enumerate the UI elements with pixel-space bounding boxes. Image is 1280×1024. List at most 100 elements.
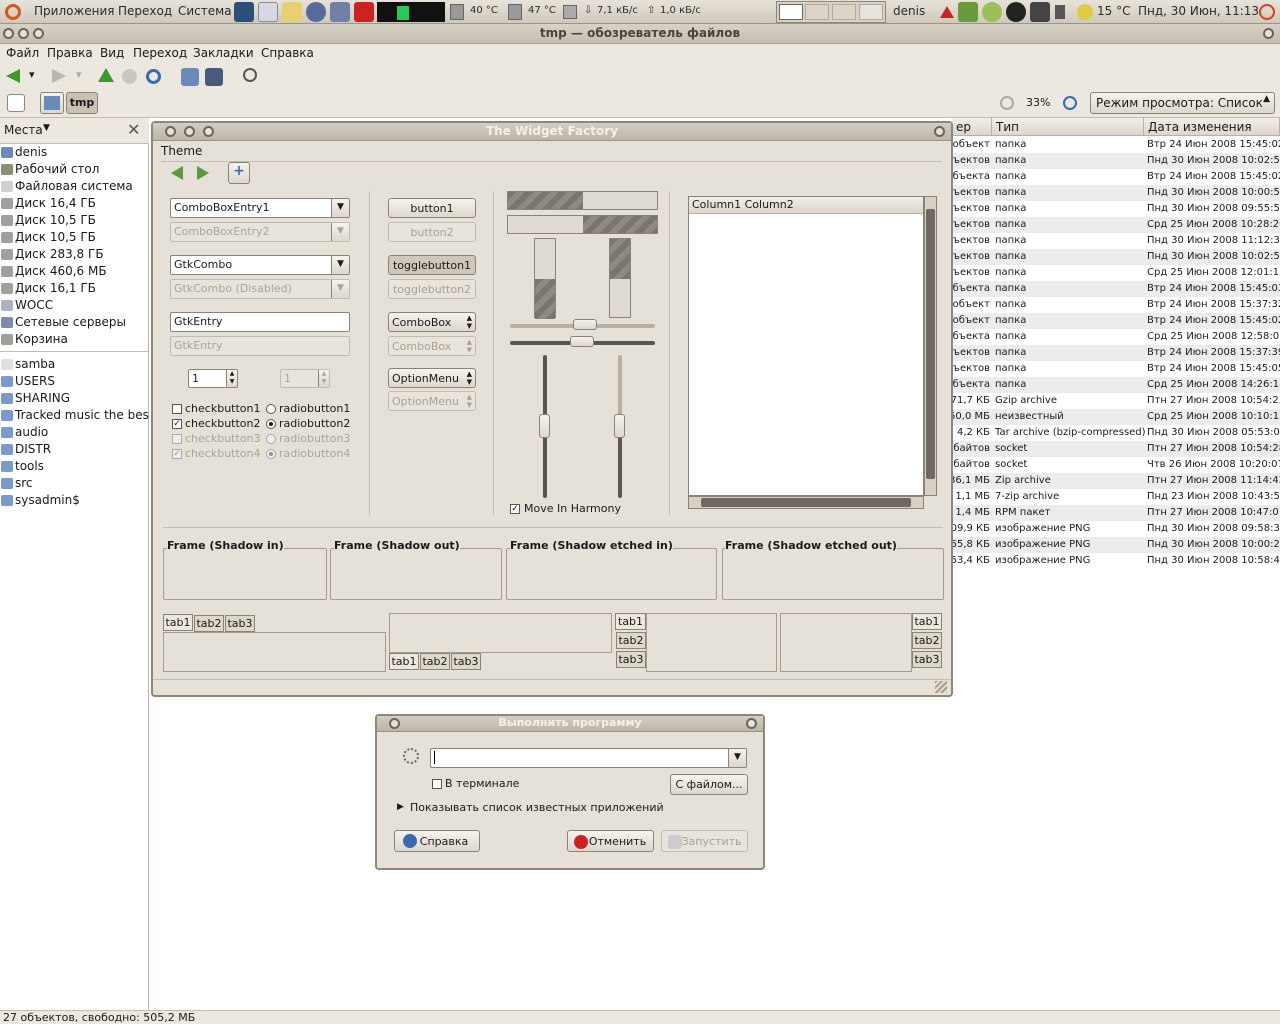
- mail-launcher-icon[interactable]: [258, 2, 278, 22]
- radiobutton-1[interactable]: [266, 404, 276, 414]
- roll-window-icon[interactable]: [934, 126, 945, 137]
- run-with-file-button[interactable]: С файлом...: [670, 774, 748, 795]
- help-button[interactable]: Справка: [394, 830, 480, 852]
- menu-view[interactable]: Вид: [100, 46, 124, 60]
- roll-window-icon[interactable]: [1263, 28, 1274, 39]
- radiobutton-2[interactable]: [266, 419, 276, 429]
- column-date[interactable]: Дата изменения: [1144, 118, 1280, 136]
- tray-app-icon[interactable]: [1030, 2, 1050, 22]
- notebook-left-tab3[interactable]: tab3: [616, 651, 646, 668]
- computer-icon[interactable]: [205, 68, 223, 86]
- table-row[interactable]: 09,9 КБ изображение PNG Пнд 30 Июн 2008 09…: [951, 521, 1280, 537]
- path-parent-button[interactable]: [40, 92, 64, 114]
- stop-icon[interactable]: [122, 69, 137, 84]
- table-row[interactable]: ъектов папка Втр 24 Июн 2008 15:45:05: [952, 361, 1280, 377]
- menu-theme[interactable]: Theme: [161, 144, 202, 158]
- close-sidebar-icon[interactable]: ✕: [127, 120, 140, 139]
- table-row[interactable]: ъектов папка Пнд 30 Июн 2008 09:55:55: [952, 201, 1280, 217]
- shutdown-icon[interactable]: [1259, 4, 1275, 20]
- ubuntu-logo-icon[interactable]: [5, 4, 21, 20]
- alert-icon[interactable]: [940, 6, 954, 18]
- table-row[interactable]: ъектов папка Пнд 30 Июн 2008 11:12:31: [952, 233, 1280, 249]
- checkbutton-2[interactable]: ✓: [172, 419, 182, 429]
- sidebar-place[interactable]: Рабочий стол: [0, 161, 149, 178]
- sidebar-place[interactable]: Файловая система: [0, 178, 149, 195]
- table-row[interactable]: байтов socket Птн 27 Июн 2008 10:54:28: [952, 441, 1280, 457]
- sidebar-bookmark[interactable]: sysadmin$: [0, 492, 149, 509]
- roll-window-icon[interactable]: [746, 718, 757, 729]
- table-row[interactable]: 36,1 МБ Zip archive Птн 27 Июн 2008 11:14:…: [949, 473, 1280, 489]
- resize-grip-icon[interactable]: [935, 681, 947, 693]
- run-in-terminal-checkbox[interactable]: [432, 779, 442, 789]
- go-first-icon[interactable]: [171, 166, 183, 180]
- up-arrow-icon[interactable]: [98, 68, 114, 82]
- column-size[interactable]: ер: [952, 118, 992, 136]
- home-icon[interactable]: [181, 68, 199, 86]
- spin-arrows-icon[interactable]: ▲ ▼: [226, 370, 237, 387]
- chevron-down-icon[interactable]: ▼: [728, 749, 746, 767]
- reload-icon[interactable]: [146, 69, 161, 84]
- notebook-right-tab3[interactable]: tab3: [912, 651, 942, 668]
- sidebar-bookmark[interactable]: USERS: [0, 373, 149, 390]
- column-type[interactable]: Тип: [992, 118, 1144, 136]
- tree-view[interactable]: Column1 Column2: [688, 196, 924, 496]
- sidebar-place[interactable]: denis: [0, 144, 149, 161]
- notebook-bottom-tab1[interactable]: tab1: [389, 653, 419, 670]
- menu-edit[interactable]: Правка: [47, 46, 93, 60]
- table-row[interactable]: бъекта папка Втр 24 Июн 2008 15:45:03: [952, 281, 1280, 297]
- spin-button-1[interactable]: 1 ▲ ▼: [188, 369, 238, 388]
- tree-view-header[interactable]: Column1 Column2: [689, 197, 923, 214]
- table-row[interactable]: ъектов папка Срд 25 Июн 2008 12:01:12: [952, 265, 1280, 281]
- applications-menu[interactable]: Приложения: [34, 4, 115, 18]
- table-row[interactable]: бъекта папка Срд 25 Июн 2008 14:26:18: [952, 377, 1280, 393]
- clock[interactable]: Пнд, 30 Июн, 11:13: [1138, 4, 1259, 18]
- vscale-1-handle[interactable]: [539, 414, 550, 438]
- sidebar-bookmark[interactable]: audio: [0, 424, 149, 441]
- forward-arrow-icon[interactable]: [52, 69, 66, 83]
- notebook-top-tab1[interactable]: tab1: [163, 614, 193, 631]
- expander-arrow-icon[interactable]: ▶: [397, 802, 404, 812]
- table-row[interactable]: 1,1 МБ 7-zip archive Пнд 23 Июн 2008 10:43…: [952, 489, 1280, 505]
- option-menu[interactable]: OptionMenu ▲ ▼: [388, 368, 476, 388]
- sidebar-place[interactable]: Сетевые серверы: [0, 314, 149, 331]
- notebook-bottom-tab2[interactable]: tab2: [420, 653, 450, 670]
- table-row[interactable]: 4,2 КБ Tar archive (bzip-compressed) Пнд 3…: [952, 425, 1280, 441]
- path-button-tmp[interactable]: tmp: [66, 92, 98, 114]
- notebook-bottom-tab3[interactable]: tab3: [451, 653, 481, 670]
- add-button[interactable]: +: [228, 162, 250, 184]
- combobox[interactable]: ComboBox ▲ ▼: [388, 312, 476, 332]
- sidebar-place[interactable]: Диск 16,4 ГБ: [0, 195, 149, 212]
- hscale-2-handle[interactable]: [570, 336, 594, 347]
- system-menu[interactable]: Система: [178, 4, 232, 18]
- back-history-chevron-icon[interactable]: ▾: [29, 68, 35, 81]
- button-1[interactable]: button1: [388, 198, 476, 218]
- notebook-left-tab1[interactable]: tab1: [615, 613, 646, 630]
- table-row[interactable]: 55,8 КБ изображение PNG Пнд 30 Июн 2008 10…: [951, 537, 1280, 553]
- notebook-top-tab3[interactable]: tab3: [225, 615, 255, 632]
- gtk-combo[interactable]: GtkCombo ▼: [170, 255, 350, 275]
- table-row[interactable]: 71,7 КБ Gzip archive Птн 27 Июн 2008 10:54…: [951, 393, 1280, 409]
- table-row[interactable]: 1,4 МБ RPM пакет Птн 27 Июн 2008 10:47:01: [952, 505, 1280, 521]
- audio-player-icon[interactable]: [1006, 2, 1026, 22]
- show-known-apps-expander[interactable]: Показывать список известных приложений: [410, 801, 664, 814]
- network-launcher-icon[interactable]: [330, 2, 350, 22]
- move-in-harmony-checkbox[interactable]: ✓: [510, 504, 520, 514]
- table-row[interactable]: байтов socket Чтв 26 Июн 2008 10:20:07: [952, 457, 1280, 473]
- sidebar-place[interactable]: Диск 10,5 ГБ: [0, 212, 149, 229]
- forward-history-chevron-icon[interactable]: ▾: [76, 68, 82, 81]
- table-row[interactable]: объект папка Втр 24 Июн 2008 15:45:02: [952, 313, 1280, 329]
- volume-icon[interactable]: [1055, 5, 1065, 19]
- sidebar-bookmark[interactable]: src: [0, 475, 149, 492]
- table-row[interactable]: ъектов папка Пнд 30 Июн 2008 10:02:59: [952, 249, 1280, 265]
- sidebar-place[interactable]: Диск 460,6 МБ: [0, 263, 149, 280]
- zoom-in-icon[interactable]: [1063, 96, 1077, 110]
- back-arrow-icon[interactable]: [6, 69, 20, 83]
- places-menu[interactable]: Переход: [118, 4, 172, 18]
- menu-file[interactable]: Файл: [6, 46, 39, 60]
- checkbutton-1[interactable]: [172, 404, 182, 414]
- view-mode-select[interactable]: Режим просмотра: Список ▲: [1090, 92, 1275, 114]
- menu-go[interactable]: Переход: [133, 46, 187, 60]
- table-row[interactable]: бъекта папка Срд 25 Июн 2008 12:58:01: [952, 329, 1280, 345]
- sidebar-place[interactable]: Диск 10,5 ГБ: [0, 229, 149, 246]
- weather-temp[interactable]: 15 °C: [1097, 4, 1130, 18]
